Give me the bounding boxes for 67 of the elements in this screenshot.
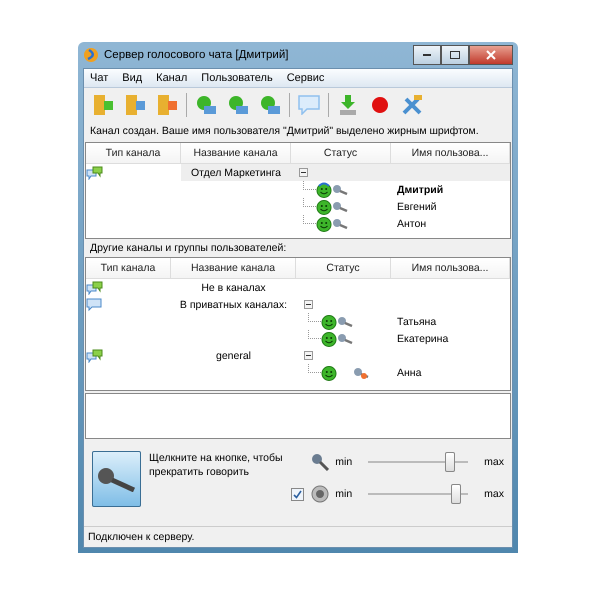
user-name: Дмитрий (396, 184, 444, 196)
microphone-icon (337, 332, 353, 346)
speech-bubbles-icon (86, 280, 103, 294)
hint-text: Щелкните на кнопке, чтобы прекратить говорить (148, 451, 284, 480)
column-header[interactable]: Название канала (181, 143, 291, 163)
user-name: Евгений (396, 200, 437, 212)
channel-name: Не в каналах (200, 280, 267, 296)
smiley-icon (321, 314, 337, 330)
min-label: min (335, 488, 352, 500)
min-label: min (335, 456, 352, 468)
column-header[interactable]: Название канала (171, 258, 296, 278)
microphone-icon (337, 314, 353, 328)
column-header[interactable]: Тип канала (86, 143, 181, 163)
menu-item[interactable]: Канал (156, 72, 188, 84)
user-name: Анна (396, 366, 422, 378)
close-icon (486, 50, 496, 60)
speech-bubble-icon (86, 298, 102, 312)
microphone-icon (96, 466, 136, 492)
speech-bubble-icon[interactable] (298, 95, 320, 115)
talk-button[interactable] (92, 451, 141, 507)
max-label: max (484, 456, 504, 468)
section-label: Другие каналы и группы пользователей: (89, 241, 288, 256)
collapse-icon[interactable] (299, 168, 308, 177)
checkbox[interactable] (291, 488, 304, 500)
status-bar: Подключен к серверу. (84, 526, 512, 547)
channel-name: В приватных каналах: (178, 298, 288, 312)
channel-name: general (214, 348, 252, 364)
column-header[interactable]: Тип канала (86, 258, 171, 278)
menu-item[interactable]: Сервис (286, 72, 324, 84)
speech-bubbles-icon (86, 166, 103, 180)
column-header[interactable]: Имя пользова... (391, 258, 510, 278)
speaker-icon (311, 485, 330, 503)
column-header[interactable]: Статус (291, 143, 391, 163)
muted-microphone-icon (353, 366, 369, 380)
channel-name: Отдел Маркетинга (181, 164, 291, 181)
smiley-icon (321, 330, 337, 346)
speech-bubbles-icon (86, 348, 103, 362)
info-message: Канал создан. Ваше имя пользователя "Дмитрий" выделено жирным шрифтом. (89, 124, 480, 139)
collapse-icon[interactable] (304, 351, 313, 360)
message-area[interactable] (85, 393, 511, 439)
collapse-icon[interactable] (304, 300, 313, 309)
download-icon[interactable] (338, 94, 358, 116)
smiley-icon (321, 364, 337, 380)
user-name: Антон (396, 218, 426, 230)
smiley-icon (316, 198, 332, 214)
window-title: Сервер голосового чата [Дмитрий] (104, 49, 290, 61)
max-label: max (484, 488, 504, 500)
minimize-icon (423, 54, 431, 56)
app-logo-icon (83, 47, 99, 63)
maximize-button[interactable] (441, 45, 469, 65)
column-header[interactable]: Статус (296, 258, 391, 278)
microphone-icon (311, 453, 330, 471)
smiley-icon (316, 216, 332, 232)
close-button[interactable] (469, 45, 513, 65)
user-name: Татьяна (396, 316, 436, 328)
operator-smiley-icon (316, 182, 332, 198)
microphone-icon (332, 200, 348, 214)
record-icon[interactable] (371, 96, 389, 114)
menu-item[interactable]: Вид (122, 72, 142, 84)
microphone-icon (332, 216, 348, 230)
menu-item[interactable]: Чат (90, 72, 108, 84)
minimize-button[interactable] (413, 45, 441, 65)
column-header[interactable]: Имя пользова... (391, 143, 510, 163)
maximize-icon (450, 51, 460, 59)
menu-item[interactable]: Пользователь (201, 72, 273, 84)
user-name: Екатерина (396, 332, 448, 344)
microphone-icon (332, 182, 348, 196)
